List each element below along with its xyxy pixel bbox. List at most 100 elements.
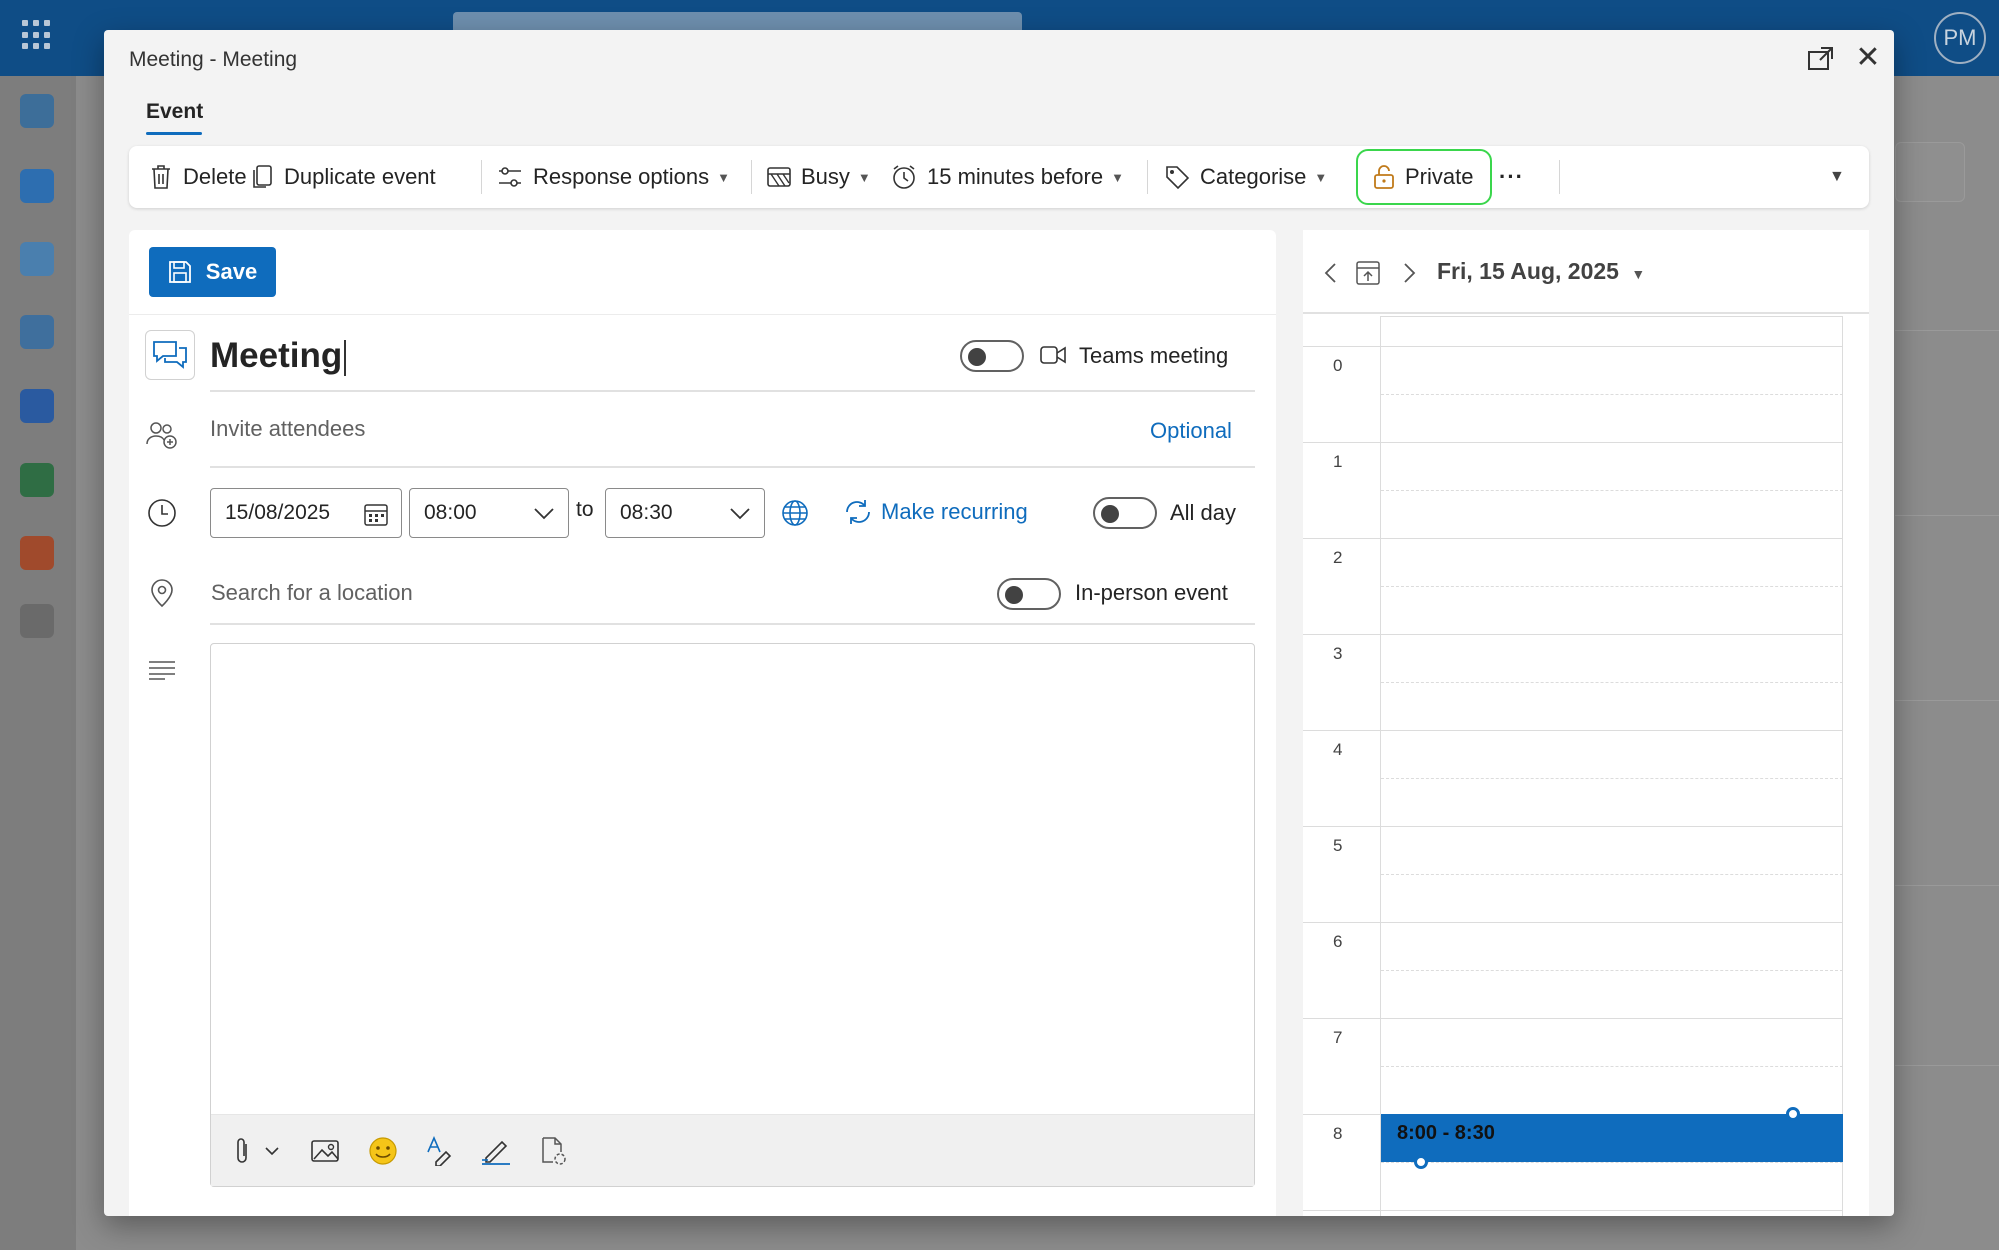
text-format-icon[interactable]	[421, 1133, 457, 1169]
meeting-chat-icon	[145, 330, 195, 380]
time-zone-globe-icon[interactable]	[780, 498, 810, 533]
reminder-button[interactable]: 15 minutes before ▼	[891, 146, 1124, 208]
tab-event[interactable]: Event	[146, 100, 203, 124]
avatar[interactable]: PM	[1934, 12, 1986, 64]
half-hour-line	[1381, 970, 1843, 971]
go-to-today-icon[interactable]	[1355, 258, 1381, 291]
powerpoint-icon[interactable]	[20, 536, 54, 570]
attach-file-icon[interactable]	[231, 1133, 287, 1169]
ribbon-toolbar: Delete Duplicate event Response options …	[129, 146, 1869, 208]
tag-icon	[1166, 166, 1190, 190]
all-day-label: All day	[1170, 500, 1237, 525]
half-hour-line	[1381, 586, 1843, 587]
event-title-value: Meeting	[210, 336, 343, 375]
calendar-date-picker[interactable]: Fri, 15 Aug, 2025 ▼	[1437, 258, 1645, 285]
emoji-icon[interactable]	[365, 1133, 401, 1169]
event-block[interactable]: 8:00 - 8:30	[1381, 1114, 1843, 1162]
calendar-icon[interactable]	[20, 169, 54, 203]
word-icon[interactable]	[20, 389, 54, 423]
sliders-icon	[499, 167, 521, 187]
half-hour-line	[1381, 778, 1843, 779]
resize-handle-bottom[interactable]	[1414, 1155, 1428, 1169]
chevron-down-icon: ▼	[1314, 169, 1328, 185]
hour-line	[1303, 730, 1843, 731]
make-recurring-button[interactable]: Make recurring	[881, 499, 1028, 525]
hour-line	[1303, 442, 1843, 443]
busy-status-icon	[767, 167, 791, 187]
video-camera-icon	[1039, 344, 1067, 371]
more-apps-icon[interactable]	[20, 604, 54, 638]
text-lines-icon	[145, 653, 179, 687]
ribbon-separator	[481, 160, 482, 194]
categorise-button[interactable]: Categorise ▼	[1164, 146, 1327, 208]
excel-icon[interactable]	[20, 463, 54, 497]
chevron-down-icon[interactable]: ▼	[1829, 168, 1845, 186]
unlock-icon	[1374, 165, 1394, 189]
todo-icon[interactable]	[20, 315, 54, 349]
hour-line	[1303, 538, 1843, 539]
save-label: Save	[205, 259, 258, 284]
save-button[interactable]: Save	[149, 247, 276, 297]
in-person-event-toggle[interactable]	[997, 578, 1061, 610]
hour-label: 1	[1333, 452, 1343, 471]
day-calendar-pane: Fri, 15 Aug, 2025 ▼ 0 1 2 3 4 5 6 7 8 8:00 - 8:30	[1303, 230, 1869, 1216]
calendar-picker-icon[interactable]	[363, 501, 389, 533]
trash-icon	[152, 165, 170, 189]
event-title-input[interactable]: Meeting	[210, 336, 347, 376]
all-day-toggle[interactable]	[1093, 497, 1157, 529]
reminder-label: 15 minutes before	[927, 164, 1104, 189]
private-button[interactable]: Private	[1373, 146, 1473, 208]
hour-label: 4	[1333, 740, 1343, 759]
teams-meeting-toggle[interactable]	[960, 340, 1024, 372]
invite-attendees-input[interactable]: Invite attendees	[210, 416, 365, 442]
body-format-toolbar	[211, 1114, 1254, 1186]
chevron-left-icon[interactable]	[1323, 262, 1339, 289]
hour-line	[1303, 346, 1843, 347]
event-body-editor[interactable]	[210, 643, 1255, 1187]
end-time-select[interactable]: 08:30	[605, 488, 765, 538]
more-options-button[interactable]: ···	[1499, 146, 1524, 208]
duplicate-event-button[interactable]: Duplicate event	[252, 146, 436, 208]
signature-pen-icon[interactable]	[478, 1133, 514, 1169]
hour-line	[1303, 1210, 1843, 1211]
hour-line	[1303, 1018, 1843, 1019]
start-date-field[interactable]: 15/08/2025	[210, 488, 402, 538]
half-hour-line	[1381, 394, 1843, 395]
background-gridline	[1895, 515, 1999, 516]
location-search-input[interactable]: Search for a location	[211, 580, 413, 606]
insert-picture-icon[interactable]	[307, 1133, 343, 1169]
mail-icon[interactable]	[20, 94, 54, 128]
hour-label: 5	[1333, 836, 1343, 855]
half-hour-line	[1381, 1162, 1843, 1163]
save-icon	[168, 261, 191, 283]
half-hour-line	[1381, 1066, 1843, 1067]
popout-icon[interactable]	[1806, 44, 1836, 74]
teams-meeting-label: Teams meeting	[1079, 343, 1229, 368]
app-launcher-icon[interactable]	[22, 20, 52, 50]
alarm-clock-icon	[893, 165, 915, 189]
busy-label: Busy	[801, 164, 850, 189]
start-time-select[interactable]: 08:00	[409, 488, 569, 538]
hour-label: 0	[1333, 356, 1343, 375]
recurring-icon[interactable]	[843, 498, 873, 531]
hour-line	[1303, 634, 1843, 635]
optional-attendees-link[interactable]: Optional	[1150, 418, 1232, 444]
calendar-header: Fri, 15 Aug, 2025 ▼	[1303, 230, 1869, 314]
response-options-button[interactable]: Response options ▼	[497, 146, 730, 208]
hour-line	[1303, 922, 1843, 923]
ribbon-separator	[1559, 160, 1560, 194]
form-divider	[129, 314, 1276, 315]
resize-handle-top[interactable]	[1786, 1107, 1800, 1121]
people-icon[interactable]	[20, 242, 54, 276]
loop-component-icon[interactable]	[535, 1133, 571, 1169]
title-underline	[210, 390, 1255, 392]
busy-status-button[interactable]: Busy ▼	[767, 146, 871, 208]
chevron-down-icon: ▼	[1631, 266, 1646, 282]
chevron-right-icon[interactable]	[1401, 262, 1417, 289]
delete-button[interactable]: Delete	[149, 146, 247, 208]
chevron-down-icon	[728, 501, 752, 531]
hour-line	[1380, 316, 1843, 317]
chevron-down-icon: ▼	[717, 169, 730, 185]
close-icon[interactable]: ✕	[1853, 43, 1883, 73]
half-hour-line	[1381, 490, 1843, 491]
